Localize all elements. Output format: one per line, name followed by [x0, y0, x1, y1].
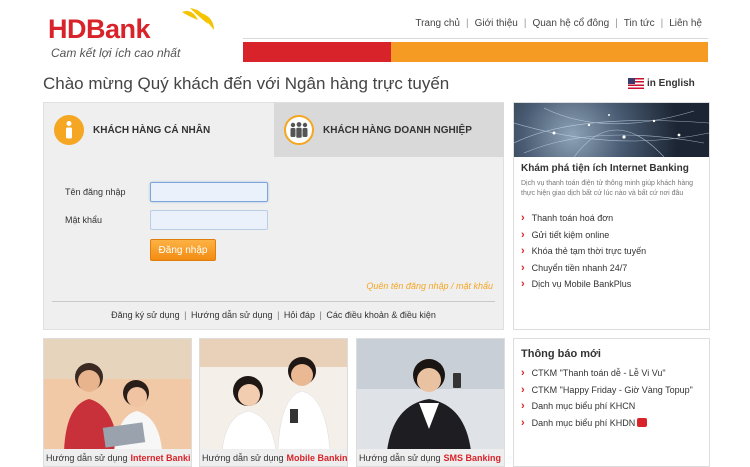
list-item[interactable]: › Danh mục biểu phí KHCN [521, 398, 693, 415]
explore-description: Dịch vụ thanh toán điện tử thông minh gi… [521, 180, 694, 197]
couple-laptop-image [44, 339, 191, 451]
feature-link-list: › Thanh toán hoá đơn › Gửi tiết kiệm onlin… [521, 210, 646, 293]
feature-link-label: Gửi tiết kiệm online [531, 229, 610, 240]
nav-news[interactable]: Tin tức [618, 18, 661, 29]
tab-business-label: KHÁCH HÀNG DOANH NGHIỆP [323, 124, 472, 136]
list-item[interactable]: › CTKM "Thanh toán dễ - Lễ Vi Vu" [521, 365, 693, 382]
feature-link-label: Dịch vụ Mobile BankPlus [531, 279, 632, 290]
us-flag-icon [628, 78, 644, 89]
internet-banking-guide-card[interactable]: Hướng dẫn sử dụngInternet Banking [43, 338, 192, 467]
logo-wordmark: HDBank [48, 14, 151, 44]
forgot-credentials-link[interactable]: Quên tên đăng nhập / mật khẩu [366, 281, 493, 291]
list-item[interactable]: › Gửi tiết kiệm online [521, 227, 646, 244]
password-input[interactable] [150, 210, 268, 230]
nav-home[interactable]: Trang chủ [409, 18, 466, 29]
notice-list: › CTKM "Thanh toán dễ - Lễ Vi Vu" › CTKM "… [521, 365, 693, 431]
card-caption-highlight: SMS Banking [443, 452, 502, 463]
group-icon [284, 115, 314, 145]
page-title: Chào mừng Quý khách đến với Ngân hàng tr… [43, 74, 450, 93]
chevron-right-icon: › [521, 367, 525, 380]
language-label: in English [647, 78, 695, 89]
chevron-right-icon: › [521, 228, 525, 241]
chevron-right-icon: › [521, 212, 525, 225]
logo-slogan: Cam kết lợi ích cao nhất [51, 46, 181, 60]
card-caption-prefix: Hướng dẫn sử dụng [359, 452, 441, 463]
tab-personal-customer[interactable]: KHÁCH HÀNG CÁ NHÂN [44, 103, 274, 157]
login-button[interactable]: Đăng nhập [150, 239, 216, 261]
user-guide-link[interactable]: Hướng dẫn sử dụng [191, 310, 273, 320]
chevron-right-icon: › [521, 400, 525, 413]
header-banner-orange [391, 42, 708, 62]
network-globe-image [514, 103, 709, 157]
list-item[interactable]: › Dịch vụ Mobile BankPlus [521, 276, 646, 293]
terms-link[interactable]: Các điều khoản & điều kiện [326, 310, 436, 320]
header-divider [243, 38, 708, 39]
username-input[interactable] [150, 182, 268, 202]
notice-label: CTKM "Thanh toán dễ - Lễ Vi Vu" [531, 368, 666, 379]
list-item[interactable]: › CTKM "Happy Friday - Giờ Vàng Topup" [521, 382, 693, 399]
card-caption-prefix: Hướng dẫn sử dụng [46, 452, 128, 463]
logo-sun-icon [182, 8, 214, 30]
notice-label: CTKM "Happy Friday - Giờ Vàng Topup" [531, 384, 693, 395]
nav-investor-relations[interactable]: Quan hệ cổ đông [526, 18, 615, 29]
faq-link[interactable]: Hỏi đáp [284, 310, 315, 320]
card-caption: Hướng dẫn sử dụng SMS Banking [357, 449, 504, 466]
card-caption: Hướng dẫn sử dụngInternet Banking [44, 449, 191, 466]
notice-label: Danh mục biểu phí KHDN [531, 417, 636, 428]
notices-panel: Thông báo mới › CTKM "Thanh toán dễ - Lễ … [513, 338, 710, 467]
tab-business-customer[interactable]: KHÁCH HÀNG DOANH NGHIỆP [274, 103, 504, 157]
woman-phone-image [357, 339, 504, 451]
language-switch[interactable]: in English [628, 78, 695, 89]
chevron-right-icon: › [521, 278, 525, 291]
notice-label: Danh mục biểu phí KHCN [531, 401, 636, 412]
card-caption-highlight: Mobile Banking [286, 452, 348, 463]
register-link[interactable]: Đăng ký sử dụng [111, 310, 180, 320]
sms-banking-guide-card[interactable]: Hướng dẫn sử dụng SMS Banking [356, 338, 505, 467]
feature-link-label: Khóa thẻ tạm thời trực tuyến [531, 246, 647, 257]
list-item[interactable]: › Thanh toán hoá đơn [521, 210, 646, 227]
feature-link-label: Chuyển tiền nhanh 24/7 [531, 262, 628, 273]
list-item[interactable]: › Chuyển tiền nhanh 24/7 [521, 260, 646, 277]
notices-title: Thông báo mới [521, 348, 601, 360]
header-banner-red [243, 42, 391, 62]
panel-divider [52, 301, 495, 302]
mobile-banking-guide-card[interactable]: Hướng dẫn sử dụng Mobile Banking [199, 338, 348, 467]
list-item[interactable]: › Danh mục biểu phí KHDN [521, 415, 693, 432]
link-separator: | [319, 310, 322, 320]
login-panel: KHÁCH HÀNG CÁ NHÂN KHÁCH HÀNG DOANH NGHI… [43, 102, 504, 330]
list-item[interactable]: › Khóa thẻ tạm thời trực tuyến [521, 243, 646, 260]
card-caption-prefix: Hướng dẫn sử dụng [202, 452, 284, 463]
couple-phone-image [200, 339, 347, 451]
link-separator: | [184, 310, 187, 320]
person-icon [54, 115, 84, 145]
chevron-right-icon: › [521, 383, 525, 396]
login-footer-links: Đăng ký sử dụng | Hướng dẫn sử dụng | Hỏ… [44, 310, 503, 320]
nav-about[interactable]: Giới thiệu [469, 18, 524, 29]
chevron-right-icon: › [521, 416, 525, 429]
nav-contact[interactable]: Liên hệ [663, 18, 708, 29]
explore-title: Khám phá tiện ích Internet Banking [521, 163, 689, 174]
new-badge-icon [637, 418, 648, 428]
password-label: Mật khẩu [65, 215, 103, 225]
explore-panel: Khám phá tiện ích Internet Banking Dịch … [513, 102, 710, 330]
link-separator: | [277, 310, 280, 320]
card-caption-highlight: Internet Banking [130, 452, 191, 463]
hdbank-logo[interactable]: HDBank Cam kết lợi ích cao nhất [48, 8, 228, 64]
tab-personal-label: KHÁCH HÀNG CÁ NHÂN [93, 124, 211, 136]
top-navigation: Trang chủ | Giới thiệu | Quan hệ cổ đông… [409, 18, 708, 29]
username-label: Tên đăng nhập [65, 187, 126, 197]
chevron-right-icon: › [521, 261, 525, 274]
card-caption: Hướng dẫn sử dụng Mobile Banking [200, 449, 347, 466]
chevron-right-icon: › [521, 245, 525, 258]
feature-link-label: Thanh toán hoá đơn [531, 213, 614, 224]
